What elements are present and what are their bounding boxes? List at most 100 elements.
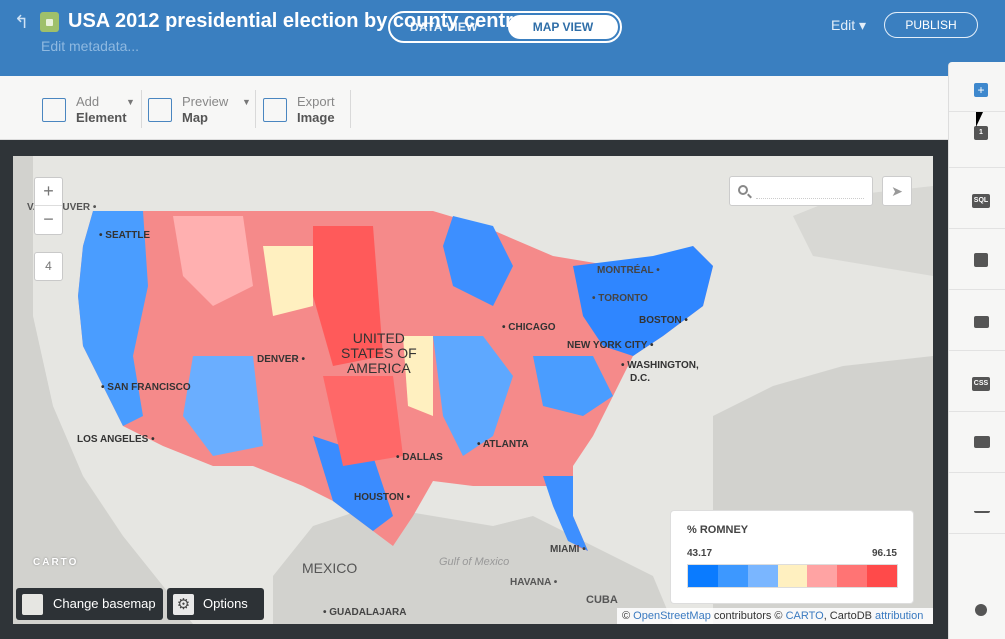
css-tab[interactable]: CSS <box>949 351 1005 412</box>
legend-min: 43.17 <box>687 548 713 559</box>
label-usa-line1: UNITED <box>352 330 405 346</box>
options-label: Options <box>203 596 248 611</box>
export-label: Export <box>297 94 335 109</box>
options-button[interactable]: ⚙ Options <box>167 588 264 620</box>
attribution-link[interactable]: attribution <box>875 610 923 622</box>
legend-swatch <box>867 565 898 587</box>
label-guadalajara: • GUADALAJARA <box>323 607 407 618</box>
divider <box>350 90 351 128</box>
change-basemap-button[interactable]: Change basemap <box>16 588 163 620</box>
attribution: © OpenStreetMap contributors © CARTO, Ca… <box>617 608 933 624</box>
zoom-out-button[interactable]: − <box>35 206 62 234</box>
legends-icon <box>974 436 990 448</box>
label-dc: D.C. <box>630 373 650 384</box>
legend-color-bar <box>687 564 898 588</box>
label-toronto: • TORONTO <box>592 293 648 304</box>
add-element-icon <box>42 98 66 122</box>
css-icon: CSS <box>972 377 990 391</box>
legend-swatch <box>807 565 838 587</box>
mouse-cursor-icon <box>976 112 983 127</box>
legend-swatch <box>747 565 778 587</box>
preview-sublabel: Map <box>182 110 208 125</box>
label-chicago: • CHICAGO <box>502 322 556 333</box>
locate-arrow-icon[interactable]: ➤ <box>882 176 912 206</box>
zoom-level: 4 <box>34 252 63 281</box>
label-usa-line2: STATES OF <box>341 345 417 361</box>
filters-tab[interactable] <box>949 473 1005 534</box>
label-atlanta: • ATLANTA <box>477 439 529 450</box>
legend-swatch <box>688 565 718 587</box>
legend-max: 96.15 <box>871 548 897 559</box>
data-view-tab[interactable]: DATA VIEW <box>410 20 478 34</box>
export-image-button[interactable]: Export Image <box>263 92 347 126</box>
export-image-icon <box>263 98 287 122</box>
chevron-down-icon[interactable]: ▼ <box>126 97 135 107</box>
label-los-angeles: LOS ANGELES • <box>77 434 155 445</box>
label-boston: BOSTON • <box>639 315 688 326</box>
basemap-thumbnail-icon <box>22 594 43 615</box>
header-bar: ↰ USA 2012 presidential election by coun… <box>0 0 1005 76</box>
legend-swatch <box>717 565 748 587</box>
attr-copy: © <box>622 610 634 622</box>
infowindow-tab[interactable] <box>949 290 1005 351</box>
label-havana: HAVANA • <box>510 577 558 588</box>
chevron-down-icon[interactable]: ▼ <box>242 97 251 107</box>
filters-bar-chart-icon <box>974 497 990 513</box>
label-new-york: NEW YORK CITY • <box>567 340 654 351</box>
label-washington: • WASHINGTON, <box>621 360 699 371</box>
osm-link[interactable]: OpenStreetMap <box>633 610 711 622</box>
divider <box>255 90 256 128</box>
change-basemap-label: Change basemap <box>53 596 156 611</box>
publish-button[interactable]: PUBLISH <box>884 12 978 38</box>
label-gulf: Gulf of Mexico <box>439 556 510 568</box>
add-element-label: Add <box>76 94 100 109</box>
add-element-button[interactable]: Add Element ▼ <box>42 92 138 126</box>
map-view-tab[interactable]: MAP VIEW <box>508 15 618 39</box>
attr-contrib: contributors © <box>710 610 786 622</box>
label-miami: MIAMI • <box>550 544 586 555</box>
label-houston: HOUSTON • <box>354 492 411 503</box>
tooltip-tab[interactable] <box>949 534 1005 639</box>
preview-map-button[interactable]: Preview Map ▼ <box>148 92 252 126</box>
back-arrow-icon[interactable]: ↰ <box>14 12 29 33</box>
right-panel: 1 SQL CSS <box>948 62 1005 639</box>
label-usa: UNITED STATES OF AMERICA <box>341 331 417 376</box>
wizard-tab[interactable] <box>949 229 1005 290</box>
legend-swatch <box>837 565 868 587</box>
edit-metadata-link[interactable]: Edit metadata... <box>41 38 139 54</box>
label-denver: DENVER • <box>257 354 305 365</box>
attr-cartodb: , CartoDB <box>823 610 876 622</box>
edit-dropdown[interactable]: Edit ▾ <box>831 17 866 34</box>
layer-count-badge: 1 <box>974 126 988 140</box>
carto-logo: CARTO <box>33 557 79 568</box>
divider <box>141 90 142 128</box>
legend-title: % ROMNEY <box>687 524 749 536</box>
search-input[interactable] <box>756 183 864 199</box>
label-montreal: MONTRÉAL • <box>597 265 660 276</box>
label-dallas: • DALLAS <box>396 452 443 463</box>
preview-map-icon <box>148 98 172 122</box>
preview-label: Preview <box>182 94 229 109</box>
zoom-control: + − <box>34 177 63 235</box>
map-search <box>729 176 873 206</box>
legends-tab[interactable] <box>949 412 1005 473</box>
zoom-in-button[interactable]: + <box>35 178 62 206</box>
add-layer-icon[interactable]: + <box>974 83 988 97</box>
legend-swatch <box>777 565 808 587</box>
sql-tab[interactable]: SQL <box>949 168 1005 229</box>
label-mexico: MEXICO <box>302 560 358 576</box>
label-seattle: • SEATTLE <box>99 230 151 241</box>
sql-icon: SQL <box>972 194 990 208</box>
wizard-brush-icon <box>974 253 988 267</box>
legend: % ROMNEY 43.17 96.15 <box>671 511 913 603</box>
view-toggle: DATA VIEW MAP VIEW <box>388 11 622 43</box>
lightbulb-icon <box>975 604 987 616</box>
export-sublabel: Image <box>297 110 335 125</box>
label-usa-line3: AMERICA <box>346 360 411 376</box>
carto-link[interactable]: CARTO <box>786 610 824 622</box>
add-element-sublabel: Element <box>76 110 127 125</box>
lock-icon[interactable] <box>40 12 59 32</box>
toolbar: Add Element ▼ Preview Map ▼ Export Image <box>0 76 948 140</box>
gear-icon: ⚙ <box>173 594 194 615</box>
search-icon <box>738 185 748 195</box>
